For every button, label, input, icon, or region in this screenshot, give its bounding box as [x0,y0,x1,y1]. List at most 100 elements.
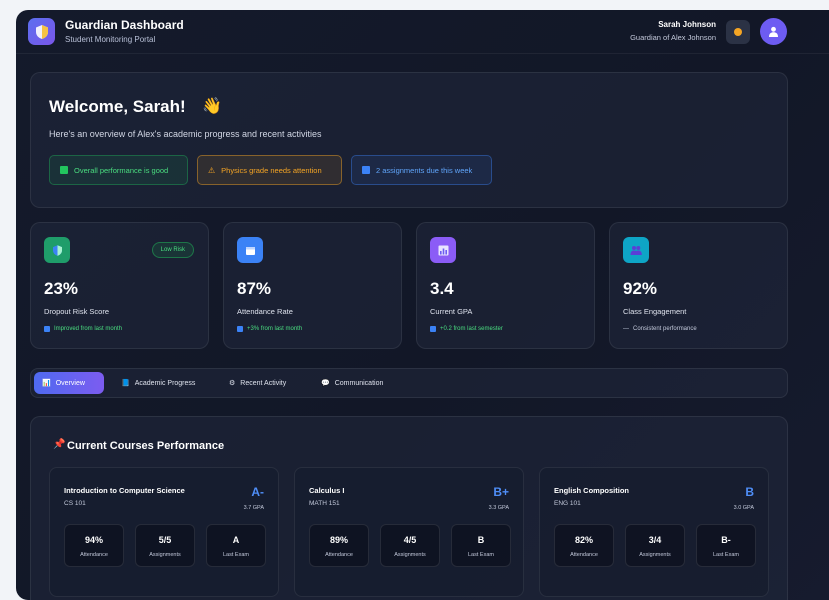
metric-value: 94% [84,535,103,545]
tab-label: Academic Progress [134,379,196,387]
metric-label: Last Exam [468,552,494,558]
course-card-math151[interactable]: Calculus I MATH 151 B+ 3.3 GPA 89% Atten… [294,467,524,597]
calendar-icon [237,237,263,263]
info-icon [362,166,370,174]
gear-icon: ⚙ [229,380,236,387]
course-card-eng101[interactable]: English Composition ENG 101 B 3.0 GPA 82… [539,467,769,597]
metric-label: Last Exam [713,552,739,558]
tab-recent-activity[interactable]: ⚙ Recent Activity [221,372,294,394]
metric-label: Attendance [80,552,108,558]
top-bar: Guardian Dashboard Student Monitoring Po… [16,10,829,54]
metric-last-exam: B Last Exam [451,524,511,567]
course-card-cs101[interactable]: Introduction to Computer Science CS 101 … [49,467,279,597]
metric-label: Last Exam [223,552,249,558]
stat-card-attendance[interactable]: 87% Attendance Rate +3% from last month [223,222,402,349]
courses-panel: 📌 Current Courses Performance Introducti… [30,416,788,600]
trend-text: +3% from last month [247,326,303,332]
tab-communication[interactable]: 💬 Communication [313,372,391,394]
metric-value: 3/4 [648,535,662,545]
stat-value: 23% [44,279,79,298]
course-grade: A- [251,485,264,499]
metric-label: Assignments [639,552,671,558]
stat-trend: +0.2 from last semester [430,326,503,332]
trend-icon [237,326,243,332]
alert-assignments-due[interactable]: 2 assignments due this week [351,155,492,185]
course-grade: B+ [493,485,509,499]
tab-overview[interactable]: 📊 Overview [34,372,104,394]
stat-label: Current GPA [430,307,473,316]
check-icon [60,166,68,174]
alert-text: 2 assignments due this week [376,165,473,175]
metric-value: 89% [329,535,348,545]
trend-text: Improved from last month [54,326,123,332]
notification-button[interactable] [726,20,750,44]
stat-trend: Improved from last month [44,326,122,332]
user-name: Sarah Johnson [658,20,716,29]
alert-text: Overall performance is good [74,165,169,175]
shield-icon [44,237,70,263]
metric-value: 82% [574,535,593,545]
user-icon [769,26,778,37]
pin-icon: 📌 [53,439,66,450]
avatar[interactable] [760,18,787,45]
stat-value: 3.4 [430,279,454,298]
chat-icon: 💬 [321,380,330,387]
dashboard-window: Guardian Dashboard Student Monitoring Po… [16,10,829,600]
course-code: ENG 101 [554,500,581,507]
course-code: MATH 151 [309,500,340,507]
users-icon [623,237,649,263]
trend-text: Consistent performance [633,326,697,332]
tab-label: Overview [55,379,85,387]
metric-label: Assignments [394,552,426,558]
stat-label: Dropout Risk Score [44,307,110,316]
metric-assignments: 3/4 Assignments [625,524,685,567]
tab-label: Recent Activity [240,379,287,387]
chart-icon: 📊 [42,380,51,387]
metric-value: A [232,535,240,545]
course-name: Introduction to Computer Science [64,486,185,495]
stat-trend: +3% from last month [237,326,302,332]
course-grade: B [745,485,754,499]
tab-academic-progress[interactable]: 📘 Academic Progress [113,372,203,394]
stat-card-engagement[interactable]: 92% Class Engagement — Consistent perfor… [609,222,788,349]
metric-value: 4/5 [403,535,417,545]
trend-icon [44,326,50,332]
metric-assignments: 4/5 Assignments [380,524,440,567]
stat-value: 92% [623,279,658,298]
welcome-title: Welcome, Sarah! [49,97,186,116]
book-icon: 📘 [121,380,130,387]
metric-value: 5/5 [158,535,172,545]
stat-card-gpa[interactable]: 3.4 Current GPA +0.2 from last semester [416,222,595,349]
welcome-subtitle: Here's an overview of Alex's academic pr… [49,129,322,139]
course-name: English Composition [554,486,629,495]
trend-text: +0.2 from last semester [440,326,503,332]
stat-trend: — Consistent performance [623,326,697,332]
bell-icon [734,28,742,36]
course-code: CS 101 [64,500,86,507]
shield-icon[interactable] [28,18,55,45]
status-badge: Low Risk [151,242,194,258]
tab-bar: 📊 Overview 📘 Academic Progress ⚙ Recent … [30,368,788,398]
stat-label: Class Engagement [623,307,687,316]
stat-card-dropout-risk[interactable]: Low Risk 23% Dropout Risk Score Improved… [30,222,209,349]
course-gpa: 3.3 GPA [488,505,509,511]
section-title: Current Courses Performance [67,440,225,452]
welcome-card: Welcome, Sarah! 👋 Here's an overview of … [30,72,788,208]
tab-label: Communication [334,379,384,387]
metric-assignments: 5/5 Assignments [135,524,195,567]
metric-label: Assignments [149,552,181,558]
alert-performance-good[interactable]: Overall performance is good [49,155,188,185]
course-gpa: 3.0 GPA [733,505,754,511]
metric-value: B- [721,535,731,545]
course-name: Calculus I [309,486,345,495]
course-gpa: 3.7 GPA [243,505,264,511]
metric-value: B [477,535,485,545]
stat-label: Attendance Rate [237,307,293,316]
metric-attendance: 82% Attendance [554,524,614,567]
metric-attendance: 94% Attendance [64,524,124,567]
metric-last-exam: A Last Exam [206,524,266,567]
alert-physics-attention[interactable]: ⚠ Physics grade needs attention [197,155,342,185]
metric-label: Attendance [570,552,598,558]
trend-icon [430,326,436,332]
bar-chart-icon [430,237,456,263]
